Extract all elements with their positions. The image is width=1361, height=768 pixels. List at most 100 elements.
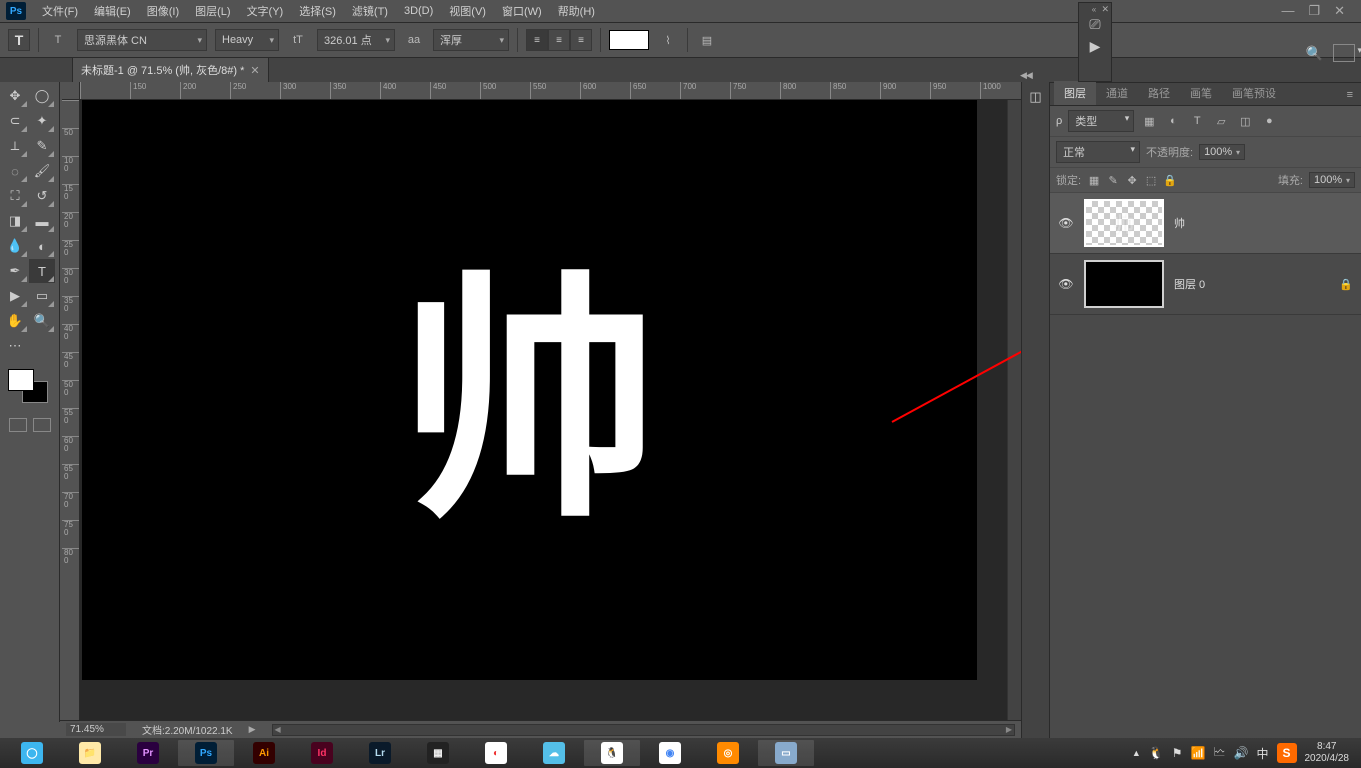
actions-panel-icon[interactable]: ▶: [1084, 37, 1106, 55]
tray-ime-icon[interactable]: 中: [1256, 745, 1268, 762]
doc-info-arrow-icon[interactable]: ▶: [249, 724, 256, 735]
tab-channels[interactable]: 通道: [1096, 81, 1138, 105]
vertical-ruler[interactable]: 5010015020025030035040045050055060065070…: [62, 100, 80, 738]
panel-close-icon[interactable]: ✕: [1101, 4, 1109, 15]
visibility-toggle-icon[interactable]: 👁: [1058, 277, 1074, 291]
menu-view[interactable]: 视图(V): [441, 1, 494, 21]
document-info[interactable]: 文档:2.20M/1022.1K: [142, 722, 233, 737]
zoom-level-input[interactable]: 71.45%: [66, 723, 126, 736]
font-style-dropdown[interactable]: Heavy: [215, 29, 279, 51]
search-icon[interactable]: 🔍: [1306, 45, 1323, 62]
visibility-toggle-icon[interactable]: 👁: [1058, 216, 1074, 230]
pen-tool[interactable]: ✒: [2, 259, 28, 283]
warp-text-icon[interactable]: ⌇: [657, 29, 679, 51]
taskbar-app[interactable]: 📁: [62, 740, 118, 766]
character-panel-icon[interactable]: ▤: [696, 29, 718, 51]
close-button[interactable]: ✕: [1334, 3, 1345, 19]
taskbar-app[interactable]: ◯: [4, 740, 60, 766]
taskbar-app[interactable]: 🐧: [584, 740, 640, 766]
foreground-color-swatch[interactable]: [8, 369, 34, 391]
menu-layer[interactable]: 图层(L): [187, 1, 238, 21]
taskbar-app[interactable]: ▦: [410, 740, 466, 766]
menu-type[interactable]: 文字(Y): [239, 1, 292, 21]
edit-toolbar[interactable]: ⋯: [2, 334, 28, 358]
history-brush-tool[interactable]: ↺: [29, 184, 55, 208]
document-tab[interactable]: 未标题-1 @ 71.5% (帅, 灰色/8#) * ✕: [72, 57, 269, 82]
lock-artboard-icon[interactable]: ⬚: [1144, 173, 1158, 187]
taskbar-app[interactable]: Lr: [352, 740, 408, 766]
type-tool[interactable]: T: [29, 259, 55, 283]
tab-brushes[interactable]: 画笔: [1180, 81, 1222, 105]
layer-thumbnail[interactable]: [1084, 260, 1164, 308]
panel-menu-icon[interactable]: ≡: [1339, 85, 1361, 105]
tray-flag-icon[interactable]: ⚑: [1172, 746, 1183, 760]
tray-qq-icon[interactable]: 🐧: [1149, 746, 1164, 760]
shape-tool[interactable]: ▭: [29, 284, 55, 308]
antialias-dropdown[interactable]: 浑厚: [433, 29, 509, 51]
screenmode-icon[interactable]: [33, 418, 51, 432]
layer-filter-type-dropdown[interactable]: 类型: [1068, 110, 1134, 132]
menu-help[interactable]: 帮助(H): [550, 1, 603, 21]
horizontal-scrollbar[interactable]: [272, 724, 1015, 736]
text-orientation-icon[interactable]: T: [47, 29, 69, 51]
tray-wifi-icon[interactable]: 📶: [1191, 746, 1206, 760]
font-family-dropdown[interactable]: 思源黑体 CN: [77, 29, 207, 51]
lock-all-icon[interactable]: 🔒: [1163, 173, 1177, 187]
zoom-tool[interactable]: 🔍: [29, 309, 55, 333]
layer-name-label[interactable]: 图层 0: [1174, 276, 1329, 292]
blend-mode-dropdown[interactable]: 正常: [1056, 141, 1140, 163]
active-tool-icon[interactable]: T: [8, 29, 30, 51]
lock-position-icon[interactable]: ✥: [1125, 173, 1139, 187]
filter-shape-icon[interactable]: ▱: [1212, 113, 1230, 129]
taskbar-app[interactable]: ◉: [642, 740, 698, 766]
eyedropper-tool[interactable]: ✎: [29, 134, 55, 158]
filter-type-icon[interactable]: T: [1188, 113, 1206, 129]
lock-transparency-icon[interactable]: ▦: [1087, 173, 1101, 187]
document-canvas[interactable]: 帅: [82, 100, 977, 680]
opacity-input[interactable]: 100%: [1199, 144, 1245, 160]
fill-input[interactable]: 100%: [1309, 172, 1355, 188]
eraser-tool[interactable]: ◨: [2, 209, 28, 233]
taskbar-app[interactable]: ▭: [758, 740, 814, 766]
path-select-tool[interactable]: ▶: [2, 284, 28, 308]
text-color-swatch[interactable]: [609, 30, 649, 50]
tray-volume-icon[interactable]: 🔊: [1234, 746, 1249, 760]
tray-clock[interactable]: 8:47 2020/4/28: [1305, 741, 1350, 765]
dodge-tool[interactable]: ◐: [29, 234, 55, 258]
filter-adjust-icon[interactable]: ◐: [1164, 113, 1182, 129]
document-tab-close-icon[interactable]: ✕: [250, 64, 259, 77]
tray-expand-icon[interactable]: ▲: [1132, 748, 1141, 758]
lasso-tool[interactable]: ⊂: [2, 109, 28, 133]
tab-layers[interactable]: 图层: [1054, 81, 1096, 105]
lock-image-icon[interactable]: ✎: [1106, 173, 1120, 187]
taskbar-app[interactable]: Id: [294, 740, 350, 766]
taskbar-app-photoshop[interactable]: Ps: [178, 740, 234, 766]
filter-toggle-icon[interactable]: ●: [1260, 113, 1278, 129]
taskbar-app[interactable]: ☁: [526, 740, 582, 766]
menu-window[interactable]: 窗口(W): [494, 1, 550, 21]
taskbar-app[interactable]: ◎: [700, 740, 756, 766]
taskbar-app[interactable]: Ai: [236, 740, 292, 766]
history-panel-icon[interactable]: ⎚: [1084, 15, 1106, 33]
align-center-button[interactable]: ≡: [548, 29, 570, 51]
menu-edit[interactable]: 编辑(E): [86, 1, 139, 21]
tab-paths[interactable]: 路径: [1138, 81, 1180, 105]
patch-tool[interactable]: ◌: [2, 159, 28, 183]
marquee-tool[interactable]: ◯: [29, 84, 55, 108]
hand-tool[interactable]: ✋: [2, 309, 28, 333]
properties-dock-icon[interactable]: ◫: [1026, 88, 1046, 106]
taskbar-app[interactable]: ◐: [468, 740, 524, 766]
filter-smart-icon[interactable]: ◫: [1236, 113, 1254, 129]
align-left-button[interactable]: ≡: [526, 29, 548, 51]
vertical-scrollbar[interactable]: [1007, 100, 1021, 738]
align-right-button[interactable]: ≡: [570, 29, 592, 51]
tab-brush-presets[interactable]: 画笔预设: [1222, 81, 1286, 105]
layer-item-text[interactable]: 👁 帅 帅: [1050, 193, 1361, 254]
menu-image[interactable]: 图像(I): [139, 1, 187, 21]
minimize-button[interactable]: —: [1281, 3, 1294, 19]
menu-filter[interactable]: 滤镜(T): [344, 1, 396, 21]
stamp-tool[interactable]: ⛶: [2, 184, 28, 208]
brush-tool[interactable]: 🖌: [29, 159, 55, 183]
canvas-text-layer[interactable]: 帅: [400, 190, 660, 567]
collapsed-panel[interactable]: « ✕ ⎚ ▶: [1078, 2, 1112, 82]
